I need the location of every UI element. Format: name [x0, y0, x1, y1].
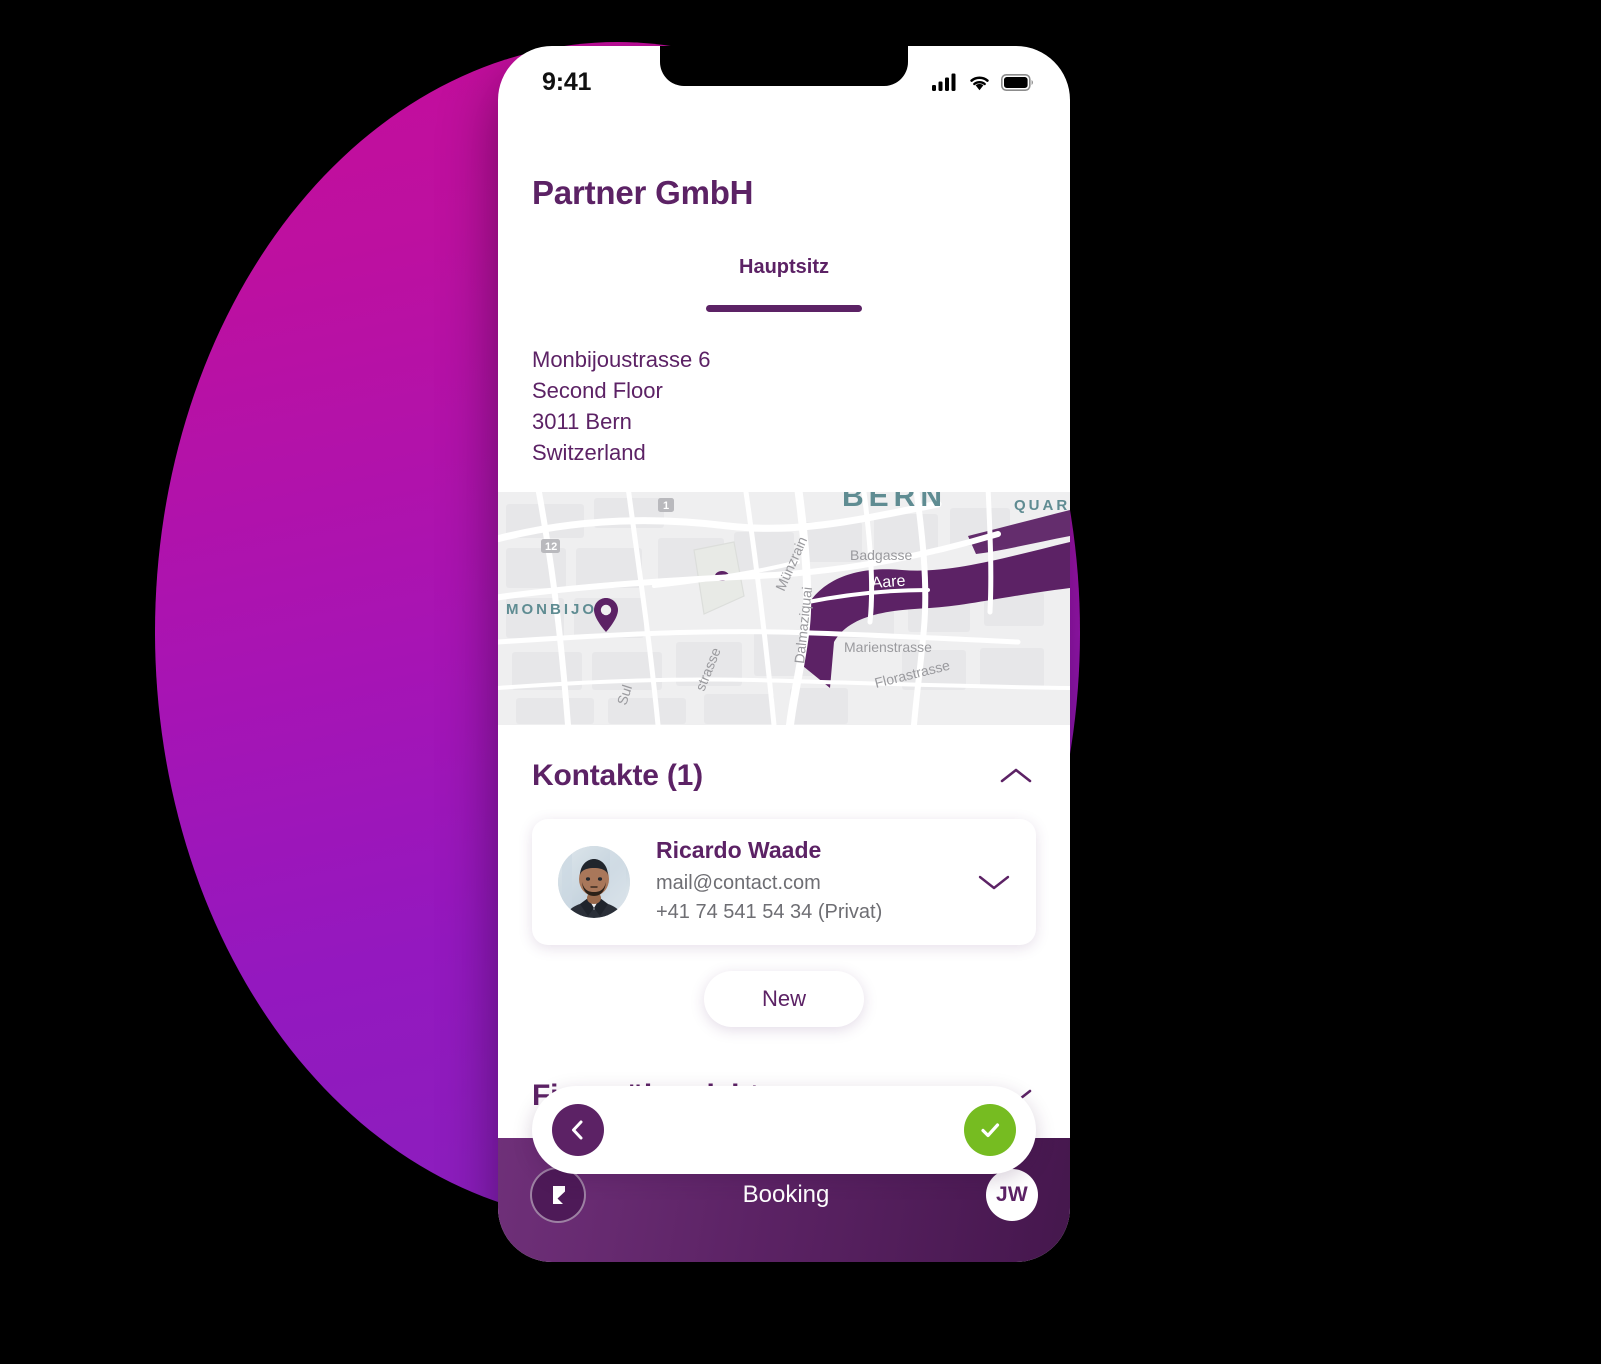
nav-label-booking[interactable]: Booking	[743, 1181, 830, 1209]
address-line-2: Second Floor	[532, 378, 663, 403]
contact-photo	[558, 846, 630, 918]
action-bar	[532, 1086, 1036, 1174]
tab-label: Hauptsitz	[739, 256, 829, 278]
new-contact-button-wrap: New	[498, 971, 1070, 1027]
status-bar: 9:41	[498, 46, 1070, 108]
confirm-button[interactable]	[964, 1104, 1016, 1156]
map-canvas: BERN QUARTIER MONBIJOU Badgasse Aare Mar…	[498, 492, 1070, 725]
battery-icon	[1001, 73, 1033, 91]
section-kontakte-title: Kontakte (1)	[532, 759, 703, 792]
chevron-left-icon	[572, 1120, 583, 1140]
wifi-icon	[970, 76, 989, 91]
map-label-quarter: QUARTIER	[1014, 497, 1070, 514]
user-avatar[interactable]: JW	[985, 1169, 1038, 1221]
svg-text:12: 12	[545, 541, 557, 553]
address-line-1: Monbijoustrasse 6	[532, 347, 711, 372]
address-line-3: 3011 Bern	[532, 409, 632, 434]
check-icon	[981, 1123, 1000, 1138]
map-label-city: BERN	[842, 492, 947, 513]
address-line-4: Switzerland	[532, 440, 646, 465]
address-block: Monbijoustrasse 6 Second Floor 3011 Bern…	[532, 344, 1070, 468]
back-button[interactable]	[552, 1104, 604, 1156]
new-contact-button[interactable]: New	[703, 971, 864, 1027]
contact-card[interactable]: Ricardo Waade mail@contact.com +41 74 54…	[532, 819, 1036, 945]
contact-phone: +41 74 541 54 34 (Privat)	[656, 901, 883, 923]
status-icons	[932, 73, 1034, 91]
tab-hauptsitz[interactable]: Hauptsitz	[706, 256, 862, 312]
contact-email: mail@contact.com	[656, 872, 821, 894]
screen-background: 9:41 Partner GmbH Hauptsitz Monbijoustra…	[0, 0, 1601, 1364]
map-label-badgasse: Badgasse	[850, 547, 912, 563]
section-kontakte-header[interactable]: Kontakte (1)	[498, 759, 1070, 793]
tab-active-underline	[706, 305, 862, 312]
map-label-aare: Aare	[871, 573, 906, 592]
cellular-signal-icon	[932, 73, 956, 91]
svg-text:1: 1	[663, 500, 669, 512]
map-label-marienstrasse: Marienstrasse	[844, 639, 932, 655]
contact-name: Ricardo Waade	[656, 837, 822, 863]
page-title: Partner GmbH	[532, 174, 754, 211]
location-map[interactable]: BERN QUARTIER MONBIJOU Badgasse Aare Mar…	[498, 492, 1070, 725]
map-shield-12: 12	[541, 539, 560, 553]
status-time: 9:41	[542, 67, 592, 96]
map-shield-1: 1	[658, 498, 674, 512]
chevron-up-icon[interactable]	[996, 763, 1036, 789]
chevron-down-icon[interactable]	[974, 869, 1014, 895]
phone-mockup: 9:41 Partner GmbH Hauptsitz Monbijoustra…	[498, 46, 1070, 1262]
tab-bar: Hauptsitz	[498, 256, 1070, 312]
brand-logo-icon[interactable]	[530, 1167, 586, 1223]
contact-info: Ricardo Waade mail@contact.com +41 74 54…	[656, 837, 974, 927]
